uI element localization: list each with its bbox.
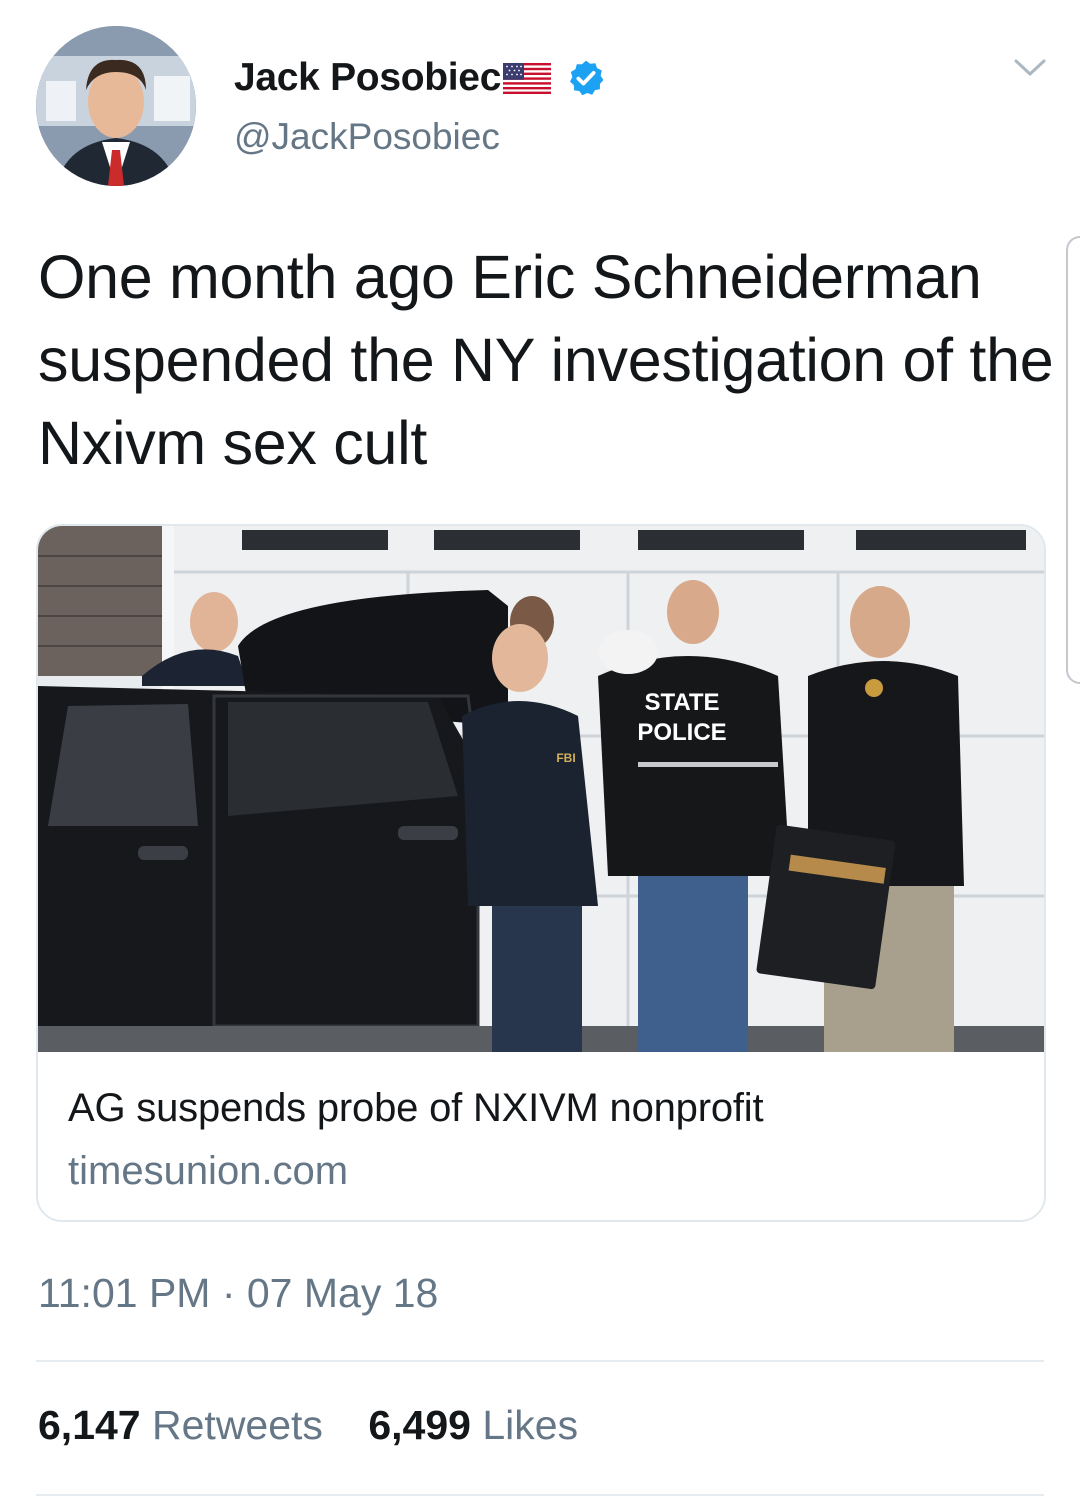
divider [36, 1360, 1044, 1362]
retweets-count: 6,147 [38, 1402, 141, 1448]
likes-stat[interactable]: 6,499 Likes [368, 1402, 578, 1449]
link-preview-card[interactable]: STATE POLICE FBI AG suspends probe of NX… [36, 524, 1046, 1222]
retweets-label: Retweets [152, 1402, 323, 1448]
tweet-timestamp[interactable]: 11:01 PM · 07 May 18 [38, 1270, 438, 1317]
us-flag-icon [503, 62, 552, 94]
avatar-image [36, 26, 196, 186]
chevron-down-icon[interactable] [1012, 56, 1048, 80]
scroll-handle[interactable] [1066, 236, 1080, 684]
tweet-stats: 6,147 Retweets 6,499 Likes [38, 1402, 612, 1449]
article-photo: STATE POLICE FBI [38, 526, 1044, 1052]
fbi-label: FBI [556, 751, 575, 765]
author-name-row[interactable]: Jack Posobiec [234, 52, 605, 104]
police-label: POLICE [637, 719, 726, 746]
tweet-text: One month ago Eric Schneiderman suspende… [38, 243, 1054, 477]
article-domain[interactable]: timesunion.com [68, 1149, 348, 1194]
verified-badge-icon [570, 60, 604, 96]
likes-count: 6,499 [368, 1402, 471, 1448]
state-label: STATE [644, 689, 719, 716]
author-name[interactable]: Jack Posobiec [234, 56, 501, 100]
divider [36, 1494, 1044, 1496]
likes-label: Likes [482, 1402, 579, 1448]
article-title[interactable]: AG suspends probe of NXIVM nonprofit [68, 1086, 764, 1131]
avatar[interactable] [36, 26, 196, 186]
retweets-stat[interactable]: 6,147 Retweets [38, 1402, 323, 1449]
author-handle[interactable]: @JackPosobiec [234, 116, 500, 158]
